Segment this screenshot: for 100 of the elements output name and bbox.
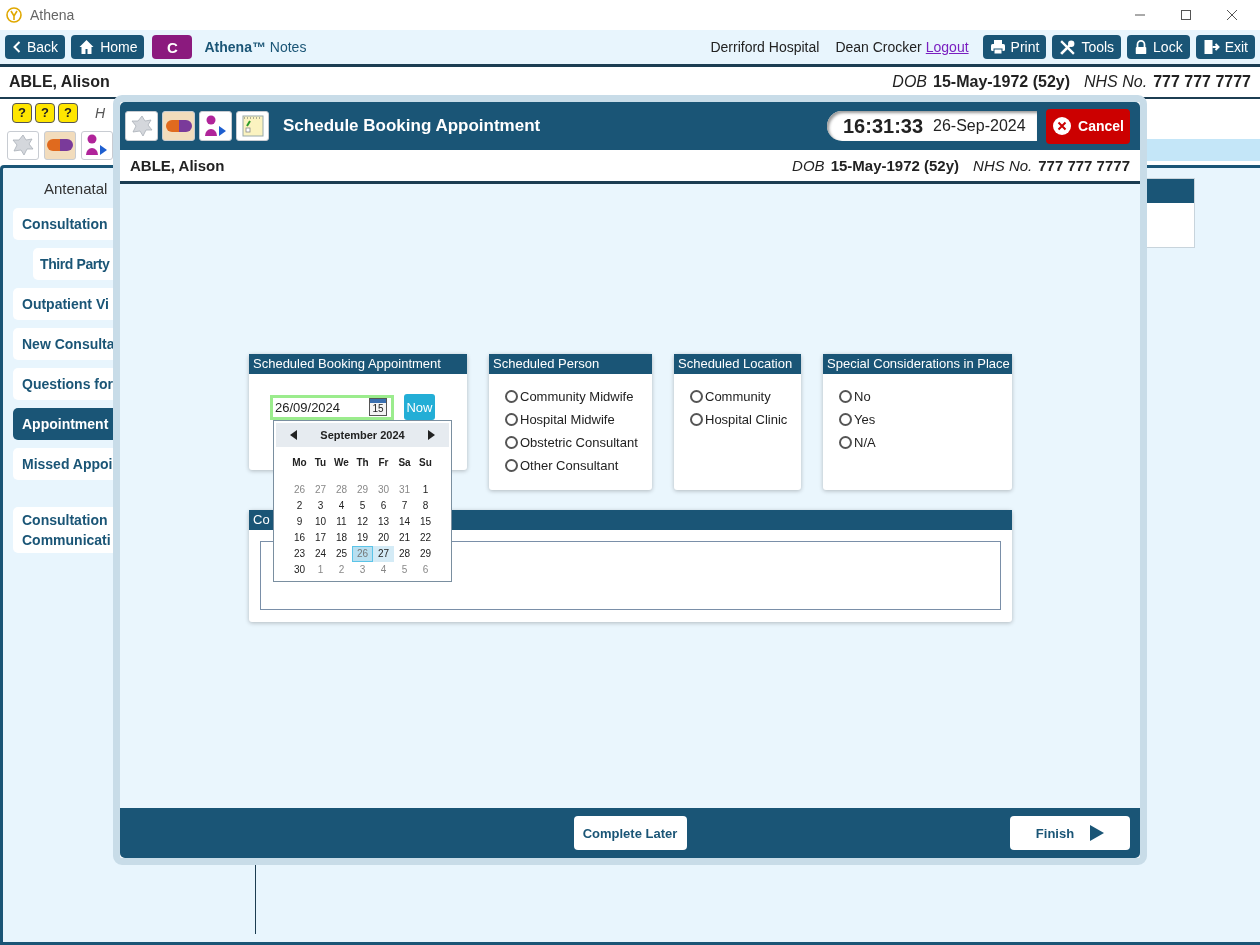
calendar-day[interactable]: 12 — [352, 513, 373, 530]
calendar-day[interactable]: 19 — [352, 529, 373, 546]
calendar-icon[interactable]: 15 — [369, 398, 387, 416]
capsule-icon — [47, 139, 73, 151]
calendar-day[interactable]: 17 — [310, 529, 331, 546]
calendar-day[interactable]: 29 — [352, 481, 373, 498]
calendar-day[interactable]: 21 — [394, 529, 415, 546]
calendar-day[interactable]: 6 — [415, 561, 436, 578]
radio-button[interactable] — [505, 412, 518, 426]
radio-button[interactable] — [690, 389, 703, 403]
nhs-label: NHS No. — [1084, 73, 1148, 91]
toolbar-button[interactable]: Print — [982, 35, 1047, 59]
radio-button[interactable] — [839, 412, 852, 426]
calendar-day[interactable]: 27 — [373, 545, 394, 562]
exit-icon — [1202, 39, 1220, 55]
calendar-day[interactable]: 1 — [415, 481, 436, 498]
help-button[interactable]: ? — [58, 103, 78, 123]
option-label: Community — [705, 388, 771, 404]
calendar-day[interactable]: 24 — [310, 545, 331, 562]
toolbar-button[interactable]: Lock — [1127, 35, 1190, 59]
patient-name: ABLE, Alison — [9, 73, 110, 91]
calendar-day[interactable]: 13 — [373, 513, 394, 530]
calendar-day[interactable]: 31 — [394, 481, 415, 498]
calendar-day[interactable]: 2 — [331, 561, 352, 578]
calendar-day[interactable]: 11 — [331, 513, 352, 530]
radio-button[interactable] — [839, 435, 852, 449]
option-label: Community Midwife — [520, 388, 634, 404]
app-logo-icon — [6, 7, 22, 23]
patient-name: ABLE, Alison — [130, 157, 225, 174]
option-label: Obstetric Consultant — [520, 434, 638, 450]
calendar-day[interactable]: 5 — [394, 561, 415, 578]
app-brand: Athena™ Notes — [204, 39, 307, 55]
calendar-day[interactable]: 16 — [289, 529, 310, 546]
toolbar-button[interactable]: Exit — [1195, 35, 1255, 59]
calendar-day[interactable]: 3 — [352, 561, 373, 578]
notepad-icon — [240, 114, 265, 138]
toolbar-button[interactable]: Home — [71, 35, 145, 59]
radio-button[interactable] — [690, 412, 703, 426]
calendar-day[interactable]: 28 — [394, 545, 415, 562]
calendar-day[interactable]: 18 — [331, 529, 352, 546]
calendar-day[interactable]: 27 — [310, 481, 331, 498]
dob-value: 15-May-1972 (52y) — [933, 73, 1070, 91]
dialog-title: Schedule Booking Appointment — [283, 116, 541, 136]
dob-value: 15-May-1972 (52y) — [830, 157, 960, 174]
calendar-day[interactable]: 15 — [415, 513, 436, 530]
weekday-label: Tu — [313, 455, 328, 470]
finish-button[interactable]: Finish — [1010, 816, 1130, 850]
radio-button[interactable] — [505, 458, 518, 472]
weekday-label: We — [333, 455, 350, 470]
option-label: No — [854, 388, 871, 404]
calendar-day[interactable]: 23 — [289, 545, 310, 562]
next-month-icon[interactable] — [427, 429, 435, 440]
home-icon — [78, 39, 96, 55]
close-icon[interactable] — [1226, 9, 1238, 21]
logout-link[interactable]: Logout — [925, 39, 969, 55]
printer-icon — [989, 39, 1006, 55]
calendar-day[interactable]: 29 — [415, 545, 436, 562]
calendar-day[interactable]: 14 — [394, 513, 415, 530]
calendar-day[interactable]: 10 — [310, 513, 331, 530]
toolbar-button[interactable]: Tools — [1052, 35, 1122, 59]
help-button[interactable]: ? — [12, 103, 32, 123]
play-arrow-icon — [1090, 825, 1105, 841]
calendar-day[interactable]: 25 — [331, 545, 352, 562]
calendar-day[interactable]: 1 — [310, 561, 331, 578]
radio-button[interactable] — [505, 435, 518, 449]
complete-later-button[interactable]: Complete Later — [573, 816, 687, 850]
cancel-button[interactable]: Cancel — [1046, 108, 1130, 144]
calendar-month: September 2024 — [320, 428, 405, 441]
weekday-label: Th — [355, 455, 370, 470]
toolbar-button[interactable]: Back — [5, 35, 66, 59]
option-label: N/A — [854, 434, 876, 450]
calendar-day[interactable]: 20 — [373, 529, 394, 546]
calendar-day[interactable]: 9 — [289, 513, 310, 530]
lock-icon — [1134, 39, 1149, 55]
help-button[interactable]: ? — [35, 103, 55, 123]
radio-button[interactable] — [505, 389, 518, 403]
dob-label: DOB — [892, 73, 928, 91]
chevron-left-icon — [12, 40, 22, 54]
calendar-day[interactable]: 4 — [373, 561, 394, 578]
card-title: Scheduled Location — [674, 354, 801, 374]
date-field[interactable]: 26/09/2024 15 — [270, 394, 394, 420]
option-label: Hospital Midwife — [520, 411, 615, 427]
previous-month-icon[interactable] — [290, 429, 298, 440]
weekday-label: Fr — [377, 455, 390, 470]
nhs-label: NHS No. — [973, 157, 1033, 174]
calendar-day[interactable]: 28 — [331, 481, 352, 498]
maximize-icon[interactable] — [1180, 9, 1192, 21]
calendar-day[interactable]: 30 — [289, 561, 310, 578]
weekday-label: Mo — [291, 455, 308, 470]
radio-button[interactable] — [839, 389, 852, 403]
option-label: Hospital Clinic — [705, 411, 788, 427]
calendar-day[interactable]: 22 — [415, 529, 436, 546]
module-button[interactable]: C — [152, 35, 193, 59]
clock-time: 16:31:33 — [843, 114, 924, 138]
calendar-day[interactable]: 30 — [373, 481, 394, 498]
close-circle-icon — [1052, 116, 1073, 136]
user-name: Dean Crocker — [835, 39, 922, 55]
calendar-day[interactable]: 26 — [289, 481, 310, 498]
tools-icon — [1059, 38, 1077, 56]
weekday-label: Sa — [397, 455, 412, 470]
